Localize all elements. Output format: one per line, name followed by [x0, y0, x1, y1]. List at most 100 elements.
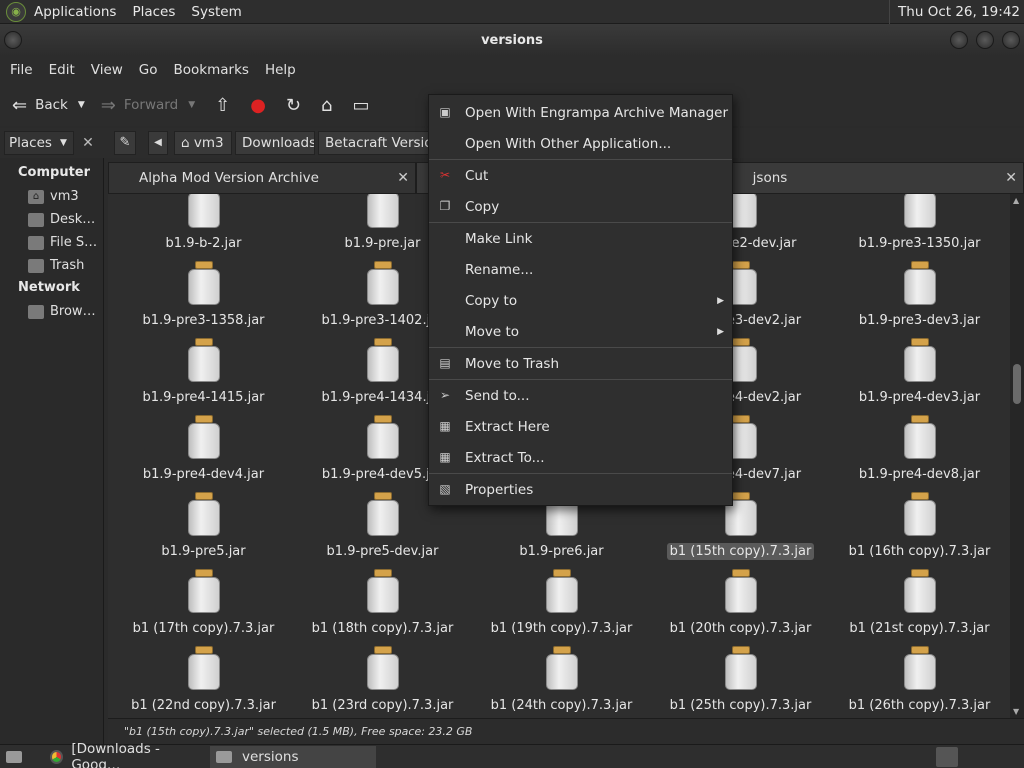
context-menu-item-open-with-engrampa-archive-manager[interactable]: ▣ Open With Engrampa Archive Manager — [429, 97, 732, 128]
jar-file-icon — [187, 261, 221, 307]
context-menu-item-copy-to[interactable]: Copy to ▶ — [429, 285, 732, 316]
file-item[interactable]: b1 (25th copy).7.3.jar — [651, 646, 830, 714]
edit-location-button[interactable]: ✎ — [114, 131, 136, 155]
context-menu-item-properties[interactable]: ▧ Properties — [429, 474, 732, 505]
context-menu-item-cut[interactable]: ✂ Cut — [429, 160, 732, 191]
folder-icon — [216, 750, 232, 763]
menu-help[interactable]: Help — [257, 62, 304, 78]
close-tab-icon[interactable]: ✕ — [397, 163, 409, 193]
context-menu-item-open-with-other-application[interactable]: Open With Other Application... — [429, 128, 732, 159]
status-bar: "b1 (15th copy).7.3.jar" selected (1.5 M… — [108, 718, 1024, 744]
file-item[interactable]: b1 (17th copy).7.3.jar — [114, 569, 293, 637]
scroll-down-icon[interactable]: ▼ — [1013, 707, 1019, 716]
context-menu: ▣ Open With Engrampa Archive Manager Open … — [428, 94, 733, 506]
file-item[interactable]: b1.9-pre4-1415.jar — [114, 338, 293, 406]
taskbar-item-label: [Downloads - Goog… — [71, 740, 160, 768]
context-menu-label: Rename... — [465, 261, 534, 278]
close-window-button[interactable] — [1002, 31, 1020, 49]
home-button[interactable]: ⌂ — [311, 89, 342, 121]
file-item[interactable]: b1 (23rd copy).7.3.jar — [293, 646, 472, 714]
workspace-switcher[interactable] — [936, 746, 958, 767]
context-menu-item-move-to[interactable]: Move to ▶ — [429, 316, 732, 347]
reload-button[interactable]: ↻ — [276, 89, 311, 121]
file-item[interactable]: b1 (21st copy).7.3.jar — [830, 569, 1009, 637]
forward-history-dropdown-icon[interactable]: ▼ — [188, 100, 195, 110]
crumb-downloads[interactable]: Downloads — [235, 131, 315, 155]
sidebar-item-desktop[interactable]: Desk… — [0, 208, 103, 231]
file-item[interactable]: b1 (22nd copy).7.3.jar — [114, 646, 293, 714]
tab-alpha-mod-version-archive[interactable]: Alpha Mod Version Archive ✕ — [108, 162, 416, 194]
sidebar-item-label: Trash — [50, 258, 85, 273]
jar-file-icon — [903, 261, 937, 307]
crumb-betacraft-versions[interactable]: Betacraft Versions — [318, 131, 430, 155]
sidebar-item-label: Desk… — [50, 212, 96, 227]
up-button[interactable]: ⇧ — [205, 89, 240, 121]
jar-file-icon — [187, 569, 221, 615]
file-item[interactable]: b1.9-pre3-1350.jar — [830, 194, 1009, 252]
crumb-vm3[interactable]: ⌂ vm3 — [174, 131, 232, 155]
sidebar-item-browse-network[interactable]: Brow… — [0, 300, 103, 323]
back-history-dropdown-icon[interactable]: ▼ — [78, 100, 85, 110]
file-item[interactable]: b1.9-pre5.jar — [114, 492, 293, 560]
context-menu-item-extract-here[interactable]: ▦ Extract Here — [429, 411, 732, 442]
scrollbar-thumb[interactable] — [1013, 364, 1021, 404]
context-menu-item-move-to-trash[interactable]: ▤ Move to Trash — [429, 348, 732, 379]
context-menu-label: Open With Engrampa Archive Manager — [465, 104, 729, 121]
show-desktop-button[interactable] — [0, 746, 44, 768]
file-item[interactable]: b1 (18th copy).7.3.jar — [293, 569, 472, 637]
file-item[interactable]: b1.9-pre4-dev4.jar — [114, 415, 293, 483]
taskbar-item-versions[interactable]: versions — [210, 745, 376, 768]
close-tab-icon[interactable]: ✕ — [1005, 163, 1017, 193]
window-titlebar[interactable]: versions — [0, 24, 1024, 56]
file-name: b1.9-pre3-1350.jar — [858, 236, 981, 251]
scroll-up-icon[interactable]: ▲ — [1013, 196, 1019, 205]
file-name: b1.9-pre4-dev4.jar — [142, 467, 265, 482]
window-menu-button[interactable] — [4, 31, 22, 49]
sidebar-item-filesystem[interactable]: File S… — [0, 231, 103, 254]
file-item[interactable]: b1 (20th copy).7.3.jar — [651, 569, 830, 637]
context-menu-item-extract-to[interactable]: ▦ Extract To... — [429, 442, 732, 473]
file-item[interactable]: b1.9-pre4-dev3.jar — [830, 338, 1009, 406]
menu-edit[interactable]: Edit — [41, 62, 83, 78]
sidebar-item-trash[interactable]: Trash — [0, 254, 103, 277]
file-item[interactable]: b1.9-pre3-1358.jar — [114, 261, 293, 329]
file-item[interactable]: b1.9-pre3-dev3.jar — [830, 261, 1009, 329]
mate-logo-icon[interactable]: ◉ — [6, 1, 26, 22]
context-menu-item-copy[interactable]: ❐ Copy — [429, 191, 732, 222]
file-item[interactable]: b1 (16th copy).7.3.jar — [830, 492, 1009, 560]
file-item[interactable]: b1 (24th copy).7.3.jar — [472, 646, 651, 714]
forward-button[interactable]: ⇒ Forward ▼ — [97, 89, 199, 121]
crumb-scroll-left-button[interactable]: ◀ — [148, 131, 168, 155]
context-menu-item-send-to[interactable]: ➢ Send to... — [429, 380, 732, 411]
taskbar-item-chrome[interactable]: [Downloads - Goog… — [44, 741, 210, 768]
computer-button[interactable]: ▭ — [342, 89, 379, 121]
submenu-arrow-icon: ▶ — [717, 295, 724, 306]
system-menu[interactable]: System — [183, 0, 249, 24]
context-menu-item-rename[interactable]: Rename... — [429, 254, 732, 285]
file-name: b1.9-b-2.jar — [165, 236, 242, 251]
stop-button[interactable]: ● — [240, 89, 276, 121]
file-item[interactable]: b1 (19th copy).7.3.jar — [472, 569, 651, 637]
sidebar-item-vm3[interactable]: ⌂ vm3 — [0, 185, 103, 208]
file-item[interactable]: b1.9-pre4-dev8.jar — [830, 415, 1009, 483]
menu-go[interactable]: Go — [131, 62, 166, 78]
archive-manager-icon: ▣ — [439, 105, 451, 119]
close-sidebar-icon[interactable]: ✕ — [78, 133, 98, 153]
jar-file-icon — [187, 194, 221, 230]
context-menu-item-make-link[interactable]: Make Link — [429, 223, 732, 254]
vertical-scrollbar[interactable]: ▲ ▼ — [1010, 194, 1024, 718]
applications-menu[interactable]: Applications — [26, 0, 124, 24]
sidebar-type-select[interactable]: Places ▼ — [4, 131, 74, 155]
menu-view[interactable]: View — [83, 62, 131, 78]
file-item[interactable]: b1 (26th copy).7.3.jar — [830, 646, 1009, 714]
back-button[interactable]: ⇐ Back ▼ — [8, 89, 89, 121]
maximize-button[interactable] — [976, 31, 994, 49]
menu-file[interactable]: File — [2, 62, 41, 78]
minimize-button[interactable] — [950, 31, 968, 49]
places-menu[interactable]: Places — [124, 0, 183, 24]
menu-bookmarks[interactable]: Bookmarks — [166, 62, 257, 78]
file-item[interactable]: b1.9-b-2.jar — [114, 194, 293, 252]
clock[interactable]: Thu Oct 26, 19:42 — [889, 0, 1020, 24]
home-icon: ⌂ — [321, 94, 333, 116]
context-menu-label: Copy to — [465, 292, 518, 309]
